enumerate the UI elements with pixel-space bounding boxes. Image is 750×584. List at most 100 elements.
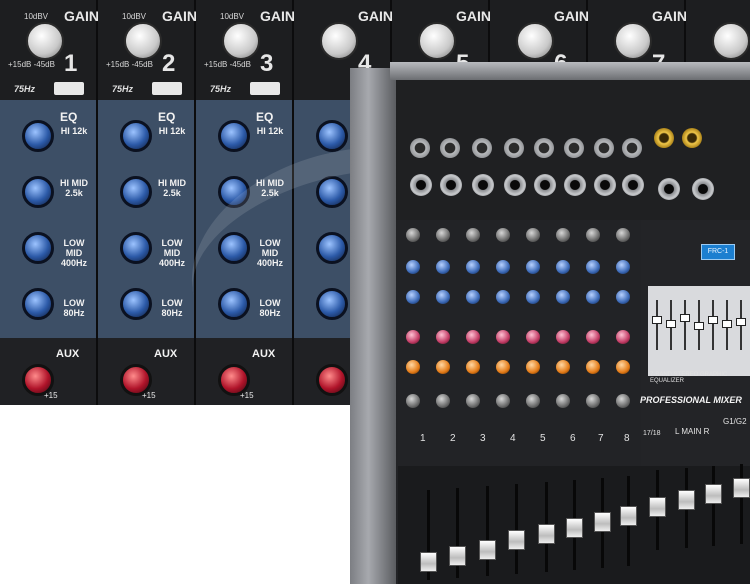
eq-lowmid-knob[interactable]: [120, 232, 152, 264]
gain-knob[interactable]: [616, 228, 630, 242]
gain-knob[interactable]: [222, 22, 260, 60]
pan-knob[interactable]: [616, 394, 630, 408]
eq-slider[interactable]: [652, 316, 662, 324]
mic-input-4[interactable]: [504, 138, 524, 158]
mic-input-6[interactable]: [564, 138, 584, 158]
eq-knob[interactable]: [526, 260, 540, 274]
channel-fader[interactable]: [449, 546, 466, 566]
hpf-button[interactable]: [152, 82, 182, 95]
eq-lowmid-knob[interactable]: [22, 232, 54, 264]
gain-knob[interactable]: [614, 22, 652, 60]
eq-knob[interactable]: [586, 290, 600, 304]
eq-knob[interactable]: [526, 290, 540, 304]
eq-low-knob[interactable]: [120, 288, 152, 320]
pan-knob[interactable]: [436, 394, 450, 408]
aux-knob[interactable]: [586, 330, 600, 344]
eq-low-knob[interactable]: [22, 288, 54, 320]
gain-knob[interactable]: [436, 228, 450, 242]
eq-hi-knob[interactable]: [22, 120, 54, 152]
gain-knob[interactable]: [496, 228, 510, 242]
eq-knob[interactable]: [496, 260, 510, 274]
eq-knob[interactable]: [436, 260, 450, 274]
eq-slider[interactable]: [680, 314, 690, 322]
mic-input-5[interactable]: [534, 138, 554, 158]
eq-knob[interactable]: [496, 290, 510, 304]
pan-knob[interactable]: [406, 394, 420, 408]
mic-input-3[interactable]: [472, 138, 492, 158]
group-fader[interactable]: [733, 478, 750, 498]
eq-slider[interactable]: [736, 318, 746, 326]
gain-knob[interactable]: [556, 228, 570, 242]
eq-himid-knob[interactable]: [120, 176, 152, 208]
mic-input-1[interactable]: [410, 138, 430, 158]
mic-input-8[interactable]: [622, 138, 642, 158]
channel-fader[interactable]: [620, 506, 637, 526]
line-input-8[interactable]: [622, 174, 644, 196]
eq-himid-knob[interactable]: [22, 176, 54, 208]
eq-knob[interactable]: [406, 260, 420, 274]
main-fader-left[interactable]: [678, 490, 695, 510]
gain-knob[interactable]: [320, 22, 358, 60]
line-input-5[interactable]: [534, 174, 556, 196]
eq-slider[interactable]: [708, 316, 718, 324]
gain-knob[interactable]: [418, 22, 456, 60]
channel-fader[interactable]: [538, 524, 555, 544]
eq-slider[interactable]: [694, 322, 704, 330]
eq-slider[interactable]: [722, 320, 732, 328]
eq-hi-knob[interactable]: [218, 120, 250, 152]
channel-fader[interactable]: [594, 512, 611, 532]
gain-knob[interactable]: [26, 22, 64, 60]
line-input-1[interactable]: [410, 174, 432, 196]
pan-knob[interactable]: [556, 394, 570, 408]
line-input-7[interactable]: [594, 174, 616, 196]
eq-knob[interactable]: [616, 290, 630, 304]
eq-knob[interactable]: [556, 260, 570, 274]
aux-jack[interactable]: [658, 178, 680, 200]
aux-knob[interactable]: [436, 330, 450, 344]
pan-knob[interactable]: [496, 394, 510, 408]
channel-fader[interactable]: [479, 540, 496, 560]
gain-knob[interactable]: [586, 228, 600, 242]
eq-knob[interactable]: [406, 290, 420, 304]
eq-knob[interactable]: [586, 260, 600, 274]
eq-knob[interactable]: [436, 290, 450, 304]
pan-knob[interactable]: [466, 394, 480, 408]
aux-knob[interactable]: [556, 330, 570, 344]
main-fader-right[interactable]: [705, 484, 722, 504]
line-input-4[interactable]: [504, 174, 526, 196]
fx-knob[interactable]: [406, 360, 420, 374]
fx-knob[interactable]: [496, 360, 510, 374]
gain-knob[interactable]: [466, 228, 480, 242]
hpf-button[interactable]: [250, 82, 280, 95]
pan-knob[interactable]: [586, 394, 600, 408]
fx-knob[interactable]: [616, 360, 630, 374]
aux-knob[interactable]: [406, 330, 420, 344]
gain-knob[interactable]: [712, 22, 750, 60]
channel-fader[interactable]: [420, 552, 437, 572]
fx-knob[interactable]: [586, 360, 600, 374]
line-input-2[interactable]: [440, 174, 462, 196]
main-out-right[interactable]: [682, 128, 702, 148]
channel-fader[interactable]: [566, 518, 583, 538]
stereo-fader[interactable]: [649, 497, 666, 517]
fx-knob[interactable]: [556, 360, 570, 374]
aux-knob[interactable]: [496, 330, 510, 344]
line-input-6[interactable]: [564, 174, 586, 196]
aux-knob[interactable]: [526, 330, 540, 344]
eq-knob[interactable]: [556, 290, 570, 304]
channel-fader[interactable]: [508, 530, 525, 550]
eq-hi-knob[interactable]: [316, 120, 348, 152]
phone-jack[interactable]: [692, 178, 714, 200]
eq-slider[interactable]: [666, 320, 676, 328]
gain-knob[interactable]: [526, 228, 540, 242]
aux-knob[interactable]: [466, 330, 480, 344]
gain-knob[interactable]: [406, 228, 420, 242]
hpf-button[interactable]: [54, 82, 84, 95]
pan-knob[interactable]: [526, 394, 540, 408]
aux-knob[interactable]: [616, 330, 630, 344]
gain-knob[interactable]: [516, 22, 554, 60]
fx-knob[interactable]: [436, 360, 450, 374]
line-input-3[interactable]: [472, 174, 494, 196]
mic-input-7[interactable]: [594, 138, 614, 158]
fx-knob[interactable]: [526, 360, 540, 374]
